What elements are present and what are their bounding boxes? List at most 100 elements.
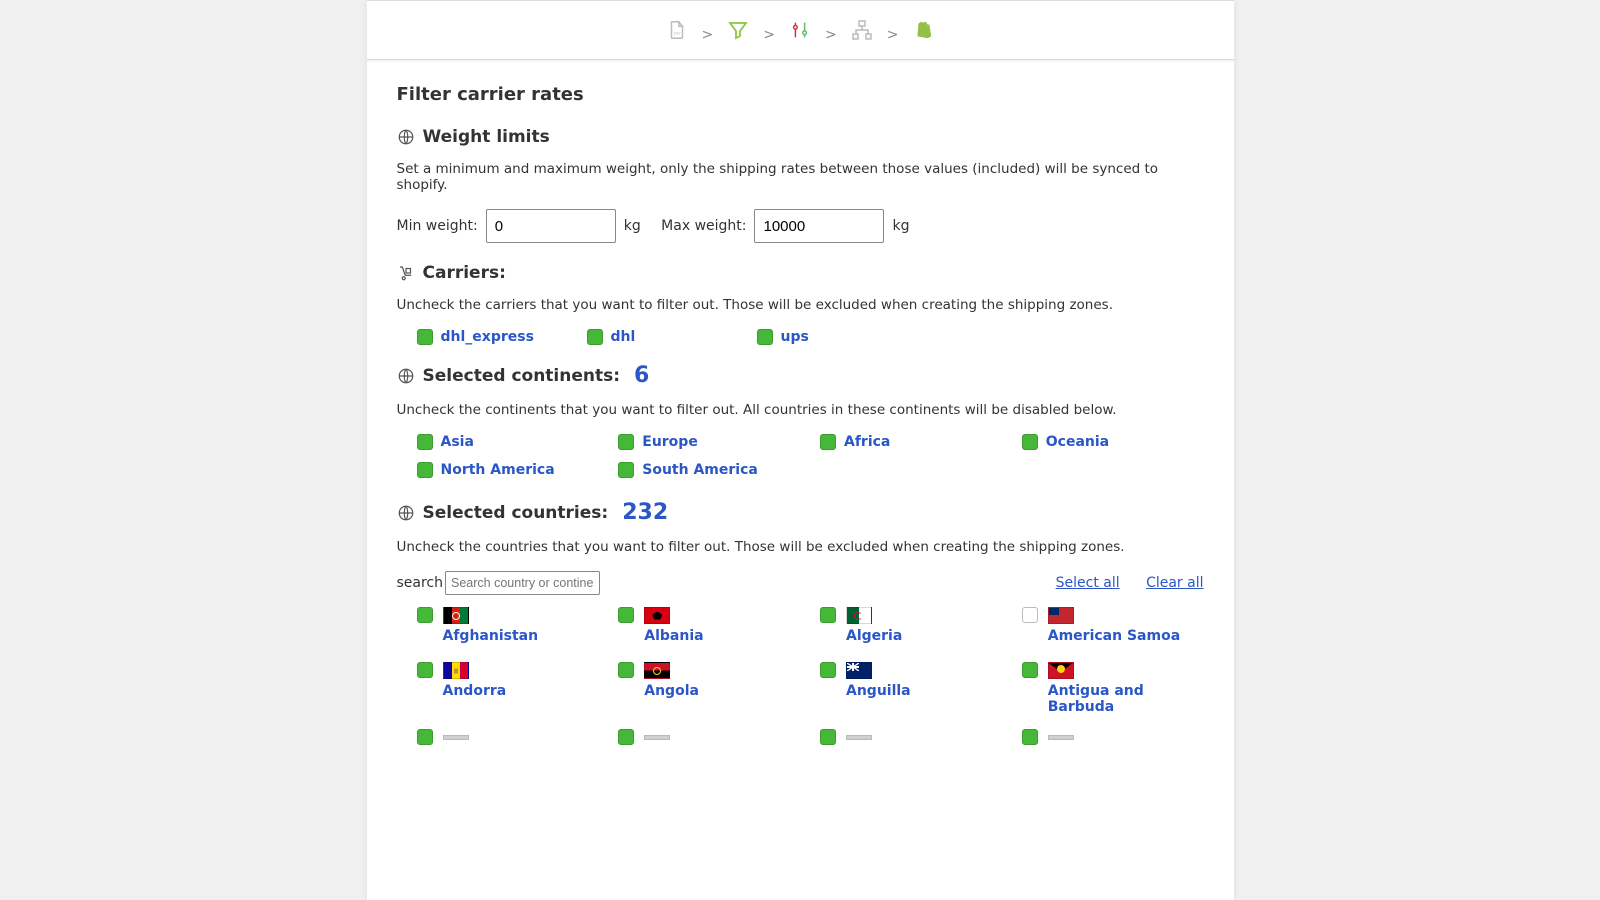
search-input[interactable] <box>445 571 600 595</box>
country-label[interactable]: Afghanistan <box>443 628 539 644</box>
continent-label[interactable]: North America <box>441 462 555 478</box>
country-label[interactable]: Albania <box>644 628 703 644</box>
flag-icon <box>443 607 469 624</box>
continent-item: South America <box>618 462 800 478</box>
continent-label[interactable]: Europe <box>642 434 698 450</box>
carrier-label[interactable]: dhl_express <box>441 329 534 345</box>
checkbox[interactable] <box>587 329 603 345</box>
checkbox[interactable] <box>1022 662 1038 678</box>
step-sep: > <box>696 27 720 43</box>
weight-row: Min weight: kg Max weight: kg <box>397 209 1204 243</box>
carrier-label[interactable]: dhl <box>611 329 636 345</box>
checkbox[interactable] <box>757 329 773 345</box>
flag-icon <box>644 607 670 624</box>
flag-icon <box>846 607 872 624</box>
country-checkbox[interactable] <box>417 729 433 745</box>
step-filter-icon[interactable] <box>725 17 751 43</box>
country-label[interactable]: Algeria <box>846 628 902 644</box>
country-item: Antigua and Barbuda <box>1022 662 1204 715</box>
country-checkbox[interactable] <box>1022 729 1038 745</box>
clear-all-link[interactable]: Clear all <box>1146 575 1203 591</box>
countries-next-row <box>397 729 1204 745</box>
dolly-icon <box>397 264 415 282</box>
carriers-desc: Uncheck the carriers that you want to fi… <box>397 297 1204 313</box>
carrier-label[interactable]: ups <box>781 329 809 345</box>
country-item: Anguilla <box>820 662 1002 715</box>
min-weight-input[interactable] <box>486 209 616 243</box>
flag-icon <box>1048 735 1074 740</box>
globe-icon <box>397 504 415 522</box>
continents-desc: Uncheck the continents that you want to … <box>397 402 1204 418</box>
search-label: search <box>397 575 444 591</box>
checkbox[interactable] <box>618 462 634 478</box>
checkbox[interactable] <box>417 462 433 478</box>
country-checkbox[interactable] <box>618 729 634 745</box>
checkbox[interactable] <box>820 434 836 450</box>
continent-label[interactable]: South America <box>642 462 758 478</box>
continent-item: Oceania <box>1022 434 1204 450</box>
step-sep: > <box>881 27 905 43</box>
page-title: Filter carrier rates <box>397 84 1204 105</box>
continent-label[interactable]: Africa <box>844 434 890 450</box>
weight-desc: Set a minimum and maximum weight, only t… <box>397 161 1204 193</box>
continent-item: Asia <box>417 434 599 450</box>
checkbox[interactable] <box>417 434 433 450</box>
carrier-item: dhl_express <box>417 329 567 345</box>
max-weight-label: Max weight: <box>661 218 746 234</box>
checkbox[interactable] <box>618 662 634 678</box>
checkbox[interactable] <box>417 329 433 345</box>
continent-label[interactable]: Oceania <box>1046 434 1109 450</box>
checkbox[interactable] <box>1022 434 1038 450</box>
country-label[interactable]: Andorra <box>443 683 507 699</box>
step-adjust-icon[interactable] <box>787 17 813 43</box>
continent-item: Europe <box>618 434 800 450</box>
flag-icon <box>846 662 872 679</box>
flag-icon <box>1048 662 1074 679</box>
country-item: American Samoa <box>1022 607 1204 644</box>
checkbox[interactable] <box>820 662 836 678</box>
countries-desc: Uncheck the countries that you want to f… <box>397 539 1204 555</box>
country-label[interactable]: Angola <box>644 683 699 699</box>
svg-text:csv: csv <box>673 31 680 36</box>
flag-icon <box>644 662 670 679</box>
wizard-steps: csv > > > > <box>367 0 1234 60</box>
country-label[interactable]: Antigua and Barbuda <box>1048 683 1204 715</box>
country-checkbox[interactable] <box>820 729 836 745</box>
carrier-item: ups <box>757 329 907 345</box>
step-sep: > <box>819 27 843 43</box>
step-sep: > <box>757 27 781 43</box>
countries-heading: Selected countries: 232 <box>397 500 1204 525</box>
country-item: Algeria <box>820 607 1002 644</box>
country-label[interactable]: American Samoa <box>1048 628 1180 644</box>
max-weight-input[interactable] <box>754 209 884 243</box>
country-label[interactable]: Anguilla <box>846 683 911 699</box>
checkbox[interactable] <box>1022 607 1038 623</box>
min-weight-unit: kg <box>624 218 641 234</box>
country-item: Afghanistan <box>417 607 599 644</box>
checkbox[interactable] <box>820 607 836 623</box>
continent-label[interactable]: Asia <box>441 434 474 450</box>
globe-icon <box>397 367 415 385</box>
weight-heading: Weight limits <box>397 127 1204 147</box>
country-item: Angola <box>618 662 800 715</box>
carriers-list: dhl_express dhl ups <box>397 329 1204 345</box>
countries-toolbar: search Select all Clear all <box>397 571 1204 595</box>
continents-list: Asia Europe Africa Oceania North America… <box>397 434 1204 478</box>
continents-heading-text: Selected continents: <box>423 366 621 386</box>
countries-heading-text: Selected countries: <box>423 503 609 523</box>
carriers-heading: Carriers: <box>397 263 1204 283</box>
checkbox[interactable] <box>417 662 433 678</box>
content: Filter carrier rates Weight limits Set a… <box>367 60 1234 785</box>
flag-icon <box>644 735 670 740</box>
country-item: Andorra <box>417 662 599 715</box>
checkbox[interactable] <box>618 434 634 450</box>
countries-list: Afghanistan Albania Algeria American Sam… <box>397 607 1204 715</box>
select-all-link[interactable]: Select all <box>1056 575 1120 591</box>
step-csv-icon[interactable]: csv <box>664 17 690 43</box>
step-tree-icon[interactable] <box>849 17 875 43</box>
step-shopify-icon[interactable] <box>910 17 936 43</box>
checkbox[interactable] <box>417 607 433 623</box>
continents-count: 6 <box>634 363 649 388</box>
continent-item: North America <box>417 462 599 478</box>
checkbox[interactable] <box>618 607 634 623</box>
